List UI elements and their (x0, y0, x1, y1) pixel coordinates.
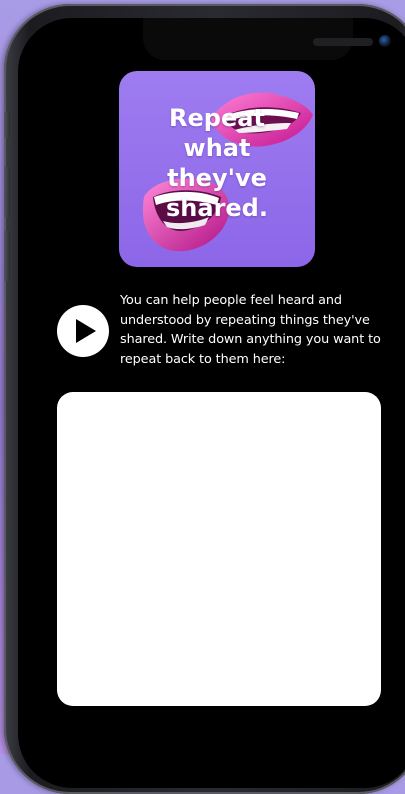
play-button[interactable] (57, 305, 109, 357)
speaker-grille (313, 38, 373, 46)
play-icon (76, 319, 96, 343)
volume-up-button (4, 166, 10, 218)
phone-frame: Repeat what they've shared. You can help… (4, 4, 405, 794)
hero-title: Repeat what they've shared. (166, 104, 268, 222)
notch (143, 18, 391, 60)
phone-screen: Repeat what they've shared. You can help… (18, 18, 405, 788)
volume-down-button (4, 230, 10, 282)
hero-image: Repeat what they've shared. (119, 71, 315, 267)
front-camera (379, 35, 391, 47)
instructions-text: You can help people feel heard and under… (120, 293, 381, 367)
silent-switch (4, 112, 10, 138)
notes-input[interactable] (57, 392, 381, 706)
